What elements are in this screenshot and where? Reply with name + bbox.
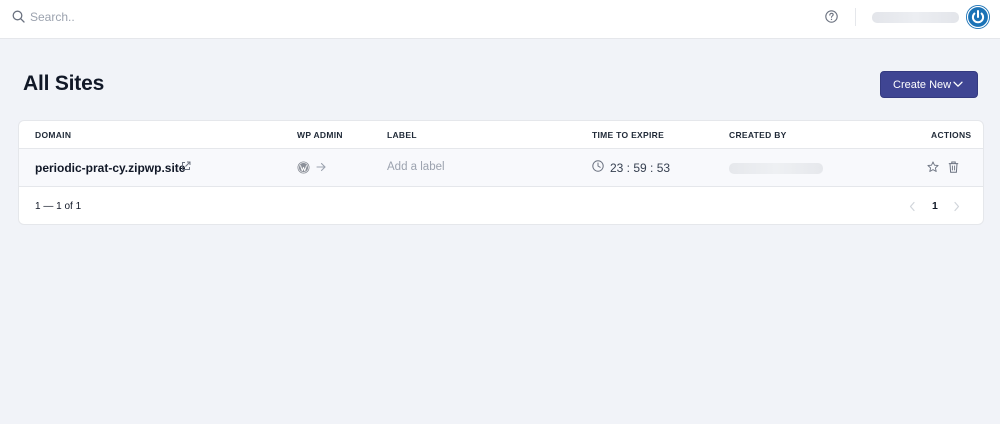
column-header-domain: DOMAIN bbox=[35, 130, 72, 140]
star-icon[interactable] bbox=[927, 161, 939, 173]
clock-icon bbox=[592, 160, 604, 172]
arrow-right-icon[interactable] bbox=[316, 162, 326, 172]
chevron-down-icon bbox=[953, 81, 963, 87]
external-link-icon[interactable] bbox=[181, 161, 191, 171]
wordpress-icon[interactable] bbox=[297, 161, 310, 174]
chevron-right-icon[interactable] bbox=[952, 201, 961, 212]
table-row: periodic-prat-cy.zipwp.site Add a label … bbox=[19, 149, 983, 187]
search-icon bbox=[12, 10, 25, 23]
column-header-label: LABEL bbox=[387, 130, 417, 140]
create-new-label: Create New bbox=[893, 79, 952, 91]
create-new-button[interactable]: Create New bbox=[880, 71, 978, 98]
pagination-summary: 1 — 1 of 1 bbox=[35, 201, 82, 212]
search-input[interactable] bbox=[30, 8, 430, 26]
add-label-input[interactable]: Add a label bbox=[387, 161, 445, 173]
power-logo-icon[interactable] bbox=[966, 5, 990, 29]
column-header-wp-admin: WP ADMIN bbox=[297, 130, 343, 140]
site-domain-link[interactable]: periodic-prat-cy.zipwp.site bbox=[35, 161, 185, 175]
created-by-value bbox=[729, 163, 823, 174]
page-title: All Sites bbox=[23, 72, 105, 95]
chevron-left-icon[interactable] bbox=[908, 201, 917, 212]
table-header: DOMAIN WP ADMIN LABEL TIME TO EXPIRE CRE… bbox=[19, 121, 983, 149]
help-icon[interactable] bbox=[825, 10, 838, 23]
sites-table: DOMAIN WP ADMIN LABEL TIME TO EXPIRE CRE… bbox=[18, 120, 984, 225]
page-number-current[interactable]: 1 bbox=[932, 200, 938, 212]
column-header-time-to-expire: TIME TO EXPIRE bbox=[592, 130, 665, 140]
header-divider bbox=[855, 8, 856, 26]
column-header-actions: ACTIONS bbox=[931, 130, 972, 140]
column-header-created-by: CREATED BY bbox=[729, 130, 787, 140]
top-bar bbox=[0, 0, 1000, 39]
user-name[interactable] bbox=[872, 12, 959, 23]
expire-timer: 23 : 59 : 53 bbox=[610, 161, 671, 175]
trash-icon[interactable] bbox=[948, 161, 959, 173]
